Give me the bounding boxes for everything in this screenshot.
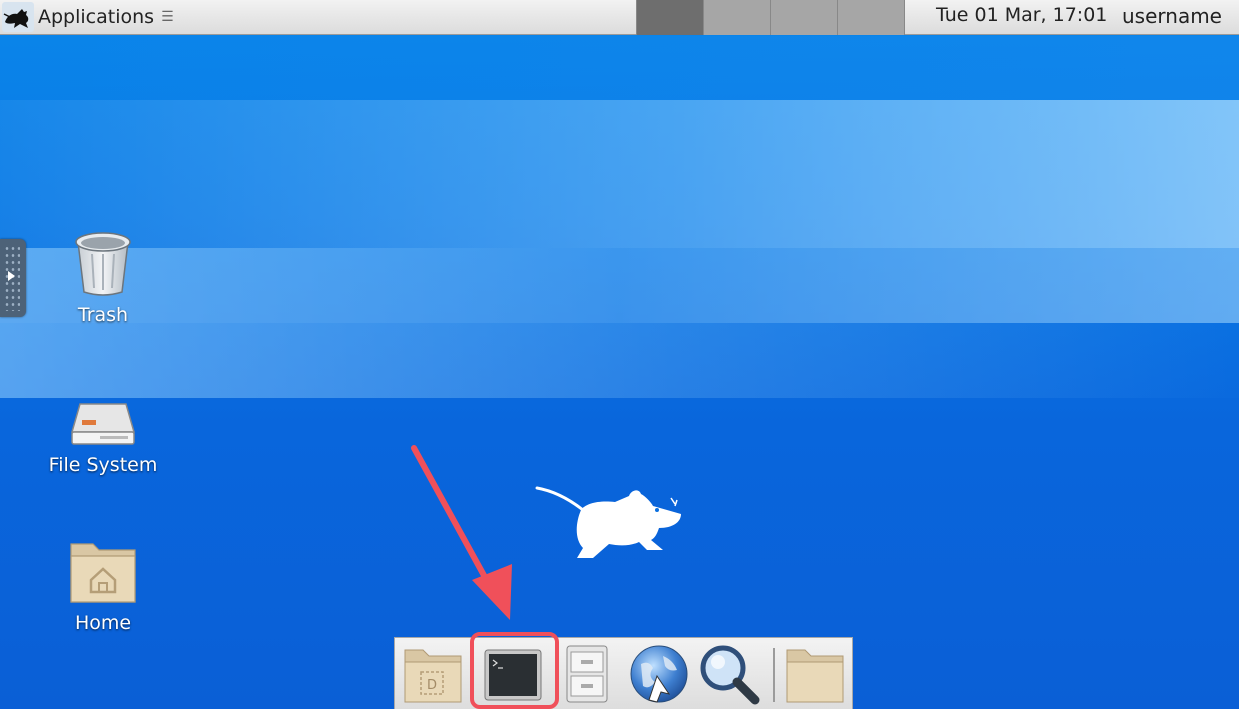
dock-folder-button[interactable] [783,642,847,706]
dock-app-finder-button[interactable] [697,642,761,706]
dock-web-browser-button[interactable] [627,642,691,706]
globe-icon [630,645,688,703]
user-menu[interactable]: username [1122,4,1222,28]
expand-arrow-icon [8,271,15,281]
terminal-highlight-box [470,632,559,709]
wallpaper-band [0,323,1239,398]
drive-icon [71,403,135,445]
desktop-icon-label: Trash [77,304,129,326]
folder-desktop-icon: D [404,649,462,703]
folder-icon [786,649,844,703]
bottom-dock: D [394,637,853,709]
workspace-4-button[interactable] [837,0,905,35]
applications-menu-button[interactable]: Applications ☰ [2,0,174,34]
workspace-2-button[interactable] [703,0,770,35]
xfce-logo-icon [2,2,34,32]
wallpaper-band [0,248,1239,323]
desktop-icon-trash[interactable]: Trash [33,228,173,326]
dock-desktop-folder-button[interactable]: D [401,642,465,706]
home-folder-icon [70,543,136,603]
trash-icon [75,232,131,296]
wallpaper-band [0,36,1239,100]
xfce-mouse-icon [535,486,681,558]
dock-file-manager-button[interactable] [557,642,621,706]
menu-icon: ☰ [161,9,174,25]
side-panel-handle[interactable] [0,239,26,317]
desktop-icon-label: File System [48,454,158,476]
workspace-3-button[interactable] [770,0,837,35]
wallpaper-band [0,100,1239,248]
desktop-icon-home[interactable]: Home [33,538,173,634]
dock-separator [773,648,775,702]
top-panel: Applications ☰ Tue 01 Mar, 17:01 usernam… [0,0,1239,35]
svg-text:D: D [427,678,437,693]
clock[interactable]: Tue 01 Mar, 17:01 [936,4,1107,26]
magnifier-icon [700,645,760,705]
workspace-1-button[interactable] [636,0,703,35]
annotation-arrow [411,445,512,620]
desktop-icon-label: Home [74,612,132,634]
applications-label: Applications [38,6,155,28]
desktop-screen: Applications ☰ Tue 01 Mar, 17:01 usernam… [0,0,1239,709]
desktop-icon-file-system[interactable]: File System [33,398,173,476]
file-cabinet-icon [566,645,608,703]
workspace-switcher [636,0,905,35]
